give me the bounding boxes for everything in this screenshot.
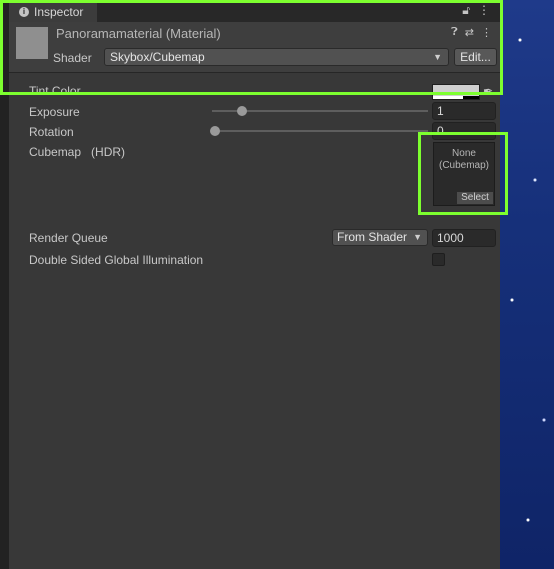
render-queue-dropdown[interactable]: From Shader ▼ bbox=[332, 229, 428, 246]
rotation-label: Rotation bbox=[29, 125, 74, 139]
edit-shader-button[interactable]: Edit... bbox=[454, 48, 497, 66]
shader-dropdown[interactable]: Skybox/Cubemap ▼ bbox=[104, 48, 449, 66]
render-queue-value-field[interactable]: 1000 bbox=[432, 229, 496, 247]
double-sided-gi-label: Double Sided Global Illumination bbox=[29, 253, 204, 267]
cubemap-slot-line2: (Cubemap) bbox=[438, 160, 490, 171]
alpha-bar bbox=[433, 96, 463, 99]
cubemap-select-button[interactable]: Select bbox=[457, 192, 493, 204]
exposure-label: Exposure bbox=[29, 105, 80, 119]
info-icon: i bbox=[19, 7, 29, 17]
material-header: Panoramamaterial (Material) ❓︎ ⇄ ⋮ Shade… bbox=[9, 22, 500, 73]
cubemap-slot-text: None (Cubemap) bbox=[434, 148, 494, 172]
exposure-value-field[interactable]: 1 bbox=[432, 102, 496, 120]
shader-value: Skybox/Cubemap bbox=[110, 50, 205, 64]
material-name: Panoramamaterial (Material) bbox=[56, 26, 221, 41]
rotation-slider-thumb[interactable] bbox=[210, 126, 220, 136]
render-queue-label: Render Queue bbox=[29, 231, 108, 245]
lock-icon[interactable]: 🔓︎ bbox=[462, 3, 470, 18]
help-icon[interactable]: ❓︎ bbox=[451, 26, 458, 39]
tab-inspector[interactable]: i Inspector bbox=[9, 0, 97, 22]
cubemap-slot-line1: None bbox=[452, 148, 476, 159]
double-sided-gi-checkbox[interactable] bbox=[432, 253, 445, 266]
header-icons: ❓︎ ⇄ ⋮ bbox=[451, 26, 492, 39]
exposure-slider-thumb[interactable] bbox=[237, 106, 248, 116]
rotation-value-field[interactable]: 0 bbox=[432, 122, 496, 140]
cubemap-label: Cubemap (HDR) bbox=[29, 145, 125, 159]
shader-label: Shader bbox=[53, 51, 92, 65]
tint-color-label: Tint Color bbox=[29, 84, 81, 98]
tab-bar: i Inspector 🔓︎ ⋮ bbox=[9, 0, 500, 22]
tint-color-field[interactable] bbox=[432, 84, 480, 100]
rotation-slider-track[interactable] bbox=[212, 130, 428, 132]
kebab-menu-icon[interactable]: ⋮ bbox=[481, 26, 492, 39]
tab-label: Inspector bbox=[34, 5, 84, 19]
scene-background bbox=[500, 0, 554, 569]
eyedropper-icon[interactable]: ✒︎ bbox=[483, 84, 493, 98]
hdr-label: (HDR) bbox=[91, 145, 126, 159]
material-preview bbox=[16, 27, 48, 59]
cubemap-label-text: Cubemap bbox=[29, 145, 82, 159]
chevron-down-icon: ▼ bbox=[433, 52, 442, 62]
cubemap-slot[interactable]: None (Cubemap) Select bbox=[433, 142, 495, 206]
render-queue-dropdown-value: From Shader bbox=[337, 230, 408, 244]
kebab-menu-icon[interactable]: ⋮ bbox=[478, 3, 490, 18]
left-edge bbox=[0, 0, 9, 569]
preset-sliders-icon[interactable]: ⇄ bbox=[465, 26, 474, 39]
alpha-bar-remaining bbox=[463, 96, 479, 99]
inspector-panel: i Inspector 🔓︎ ⋮ Panoramamaterial (Mater… bbox=[9, 0, 500, 569]
tab-tools: 🔓︎ ⋮ bbox=[462, 3, 490, 18]
chevron-down-icon: ▼ bbox=[413, 232, 422, 242]
